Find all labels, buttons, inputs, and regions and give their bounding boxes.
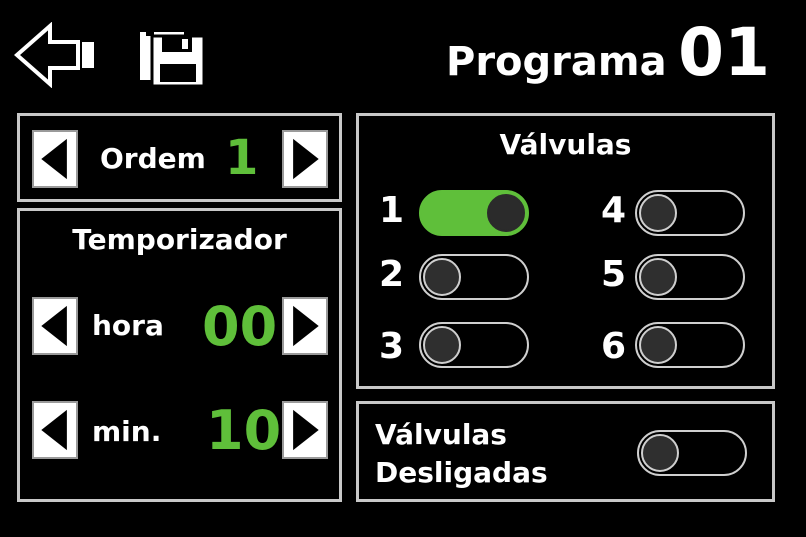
valves-off-label: Válvulas Desligadas — [375, 416, 548, 492]
valve-6-label: 6 — [601, 326, 627, 367]
timer-title: Temporizador — [72, 223, 287, 256]
triangle-left-icon — [41, 305, 67, 347]
valve-6-toggle[interactable] — [635, 322, 745, 368]
hour-label: hora — [92, 309, 164, 342]
valve-3-label: 3 — [379, 326, 405, 367]
valve-3-toggle[interactable] — [419, 322, 529, 368]
min-value: 10 — [206, 399, 282, 462]
valves-panel: Válvulas 1 2 3 4 5 6 — [356, 113, 775, 389]
triangle-right-icon — [293, 409, 319, 451]
triangle-right-icon — [293, 305, 319, 347]
valves-off-label-line1: Válvulas — [375, 418, 507, 451]
valves-title: Válvulas — [499, 128, 632, 161]
triangle-left-icon — [41, 409, 67, 451]
hour-value: 00 — [202, 295, 278, 358]
save-button[interactable] — [138, 22, 206, 88]
page-title-label: Programa — [446, 39, 667, 85]
back-arrow-icon — [13, 21, 94, 89]
valve-5-label: 5 — [601, 254, 627, 295]
valves-off-toggle[interactable] — [637, 430, 747, 476]
save-icon — [140, 24, 206, 88]
program-number: 01 — [678, 14, 770, 91]
toggle-knob — [639, 258, 677, 296]
valve-4-label: 4 — [601, 190, 627, 231]
ordem-value: 1 — [225, 130, 259, 186]
valve-2-toggle[interactable] — [419, 254, 529, 300]
triangle-right-icon — [293, 138, 319, 180]
toggle-knob — [487, 194, 525, 232]
valve-4-toggle[interactable] — [635, 190, 745, 236]
toggle-knob — [639, 194, 677, 232]
valve-1-label: 1 — [379, 190, 405, 231]
ordem-label: Ordem — [100, 142, 206, 175]
timer-panel: Temporizador hora 00 min. 10 — [17, 208, 342, 502]
back-button[interactable] — [13, 21, 96, 89]
toggle-knob — [639, 326, 677, 364]
min-next-button[interactable] — [282, 401, 328, 459]
valves-off-label-line2: Desligadas — [375, 456, 548, 489]
page-title: Programa 01 — [446, 14, 770, 91]
hour-prev-button[interactable] — [32, 297, 78, 355]
valve-2-label: 2 — [379, 254, 405, 295]
valve-1-toggle[interactable] — [419, 190, 529, 236]
ordem-prev-button[interactable] — [32, 130, 78, 188]
min-prev-button[interactable] — [32, 401, 78, 459]
ordem-next-button[interactable] — [282, 130, 328, 188]
toggle-knob — [423, 258, 461, 296]
valves-off-panel: Válvulas Desligadas — [356, 401, 775, 502]
valve-5-toggle[interactable] — [635, 254, 745, 300]
ordem-panel: Ordem 1 — [17, 113, 342, 202]
toggle-knob — [641, 434, 679, 472]
hour-next-button[interactable] — [282, 297, 328, 355]
toggle-knob — [423, 326, 461, 364]
min-label: min. — [92, 415, 162, 448]
triangle-left-icon — [41, 138, 67, 180]
